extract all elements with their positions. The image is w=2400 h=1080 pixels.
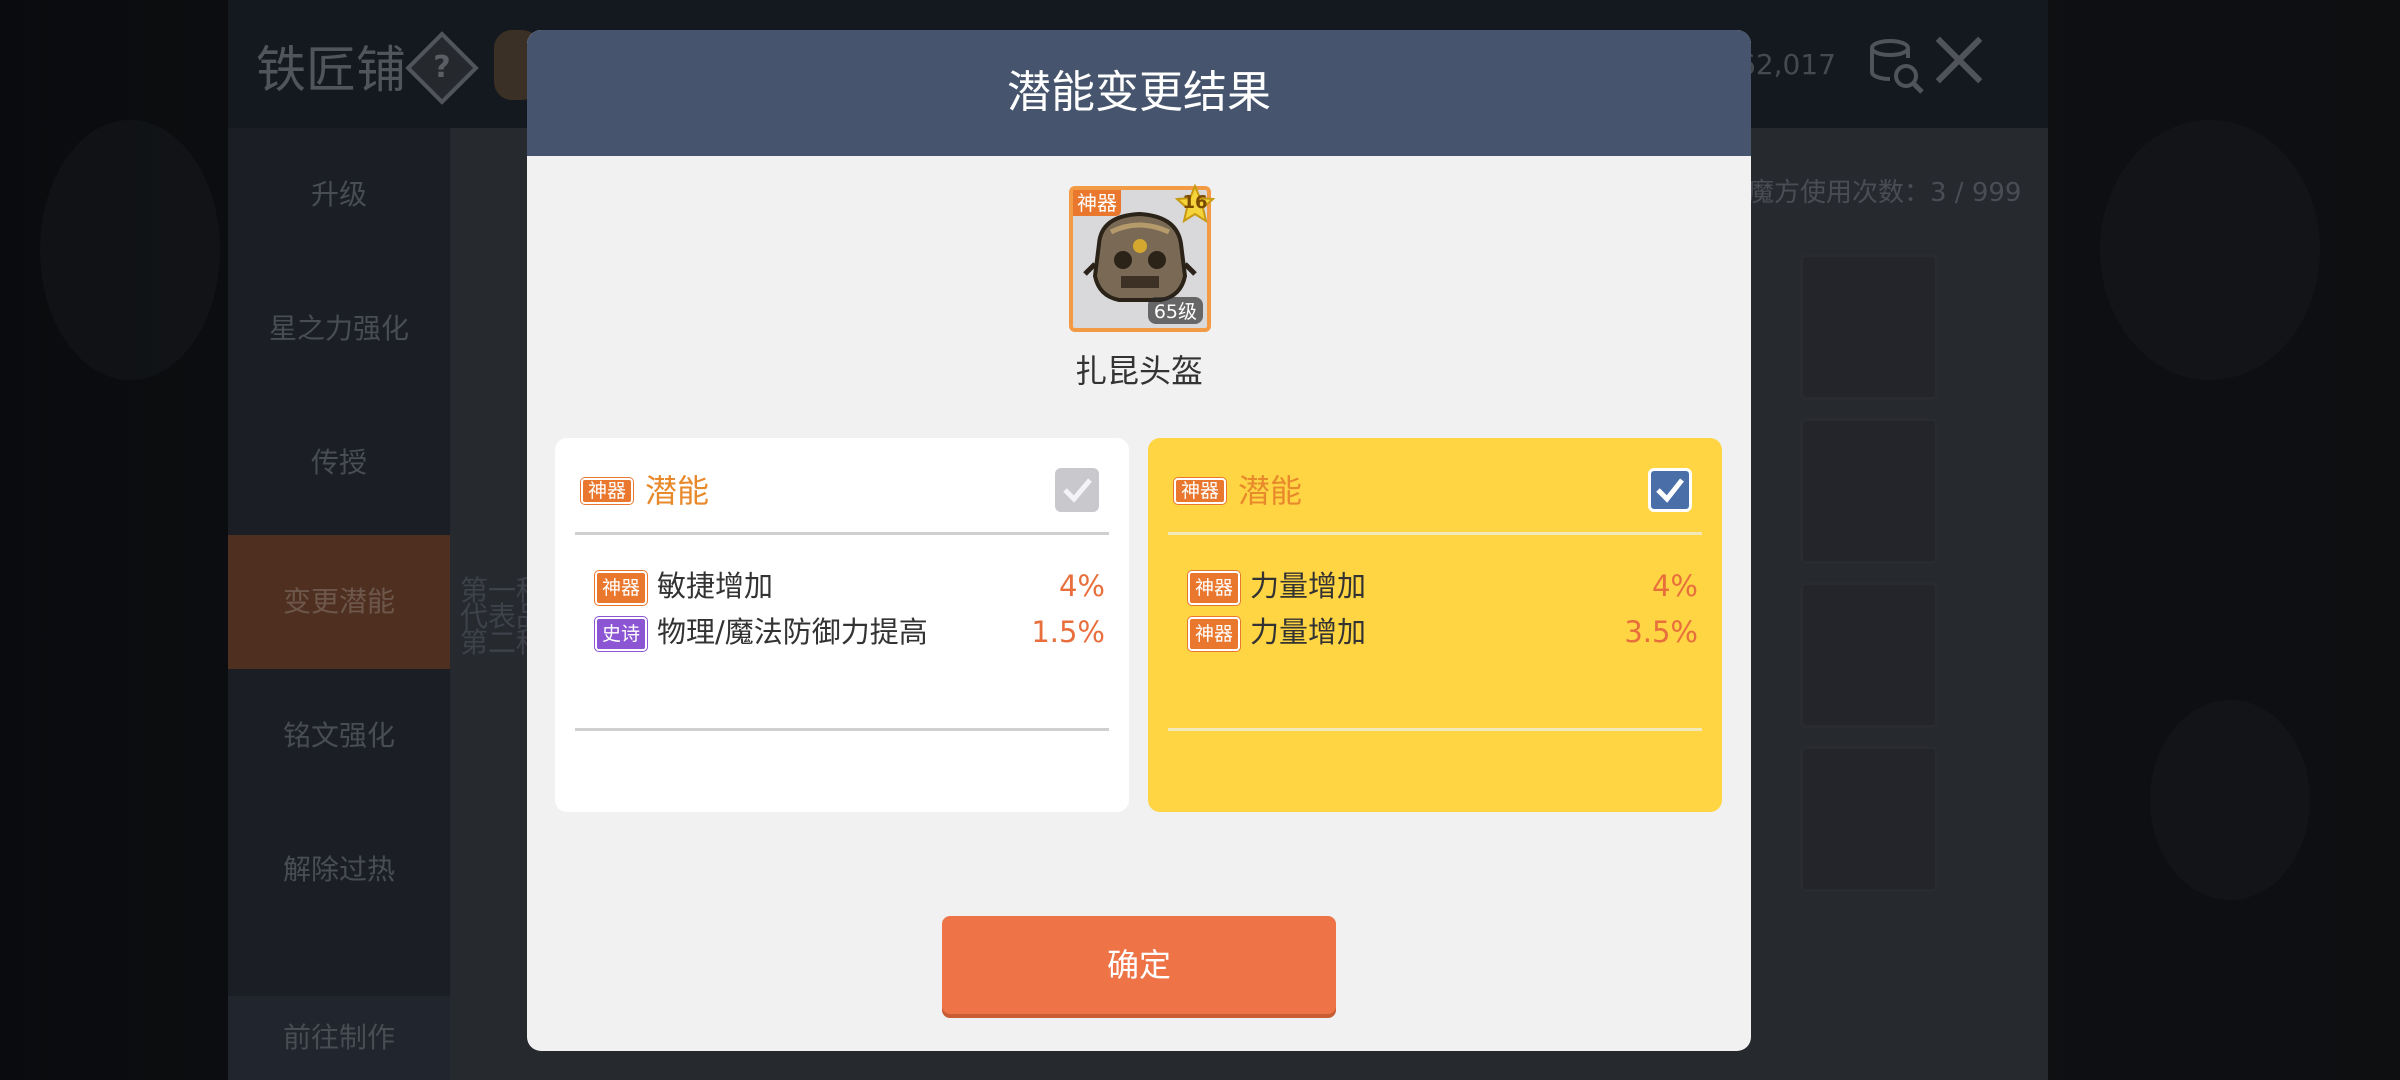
potential-line: 神器 力量增加 4% [1188, 566, 1698, 606]
star-force-icon: 16 [1174, 183, 1216, 224]
item-level: 65级 [1147, 297, 1203, 324]
panel-title: 潜能 [645, 472, 710, 510]
item-name: 扎昆头盔 [1074, 352, 1203, 390]
legend-grade-badge: 神器 [581, 476, 634, 506]
legend-grade-badge: 神器 [595, 571, 648, 605]
legend-grade-badge: 神器 [1188, 571, 1241, 605]
epic-grade-badge: 史诗 [595, 617, 648, 651]
dialog-header: 潜能变更结果 [527, 30, 1751, 156]
potential-line: 神器 敏捷增加 4% [595, 566, 1105, 606]
star-count: 16 [1182, 192, 1208, 213]
potential-result-dialog: 潜能变更结果 神器 16 65级 扎昆头盔 神器 潜能 神器 敏捷增加 4% 史… [527, 30, 1751, 1051]
potential-line: 神器 力量增加 3.5% [1188, 612, 1698, 652]
confirm-button[interactable]: 确定 [942, 916, 1336, 1014]
item-icon-slot: 神器 16 65级 [1069, 183, 1216, 332]
legend-grade-badge: 神器 [1188, 617, 1241, 651]
potential-after-panel[interactable]: 神器 潜能 神器 力量增加 4% 神器 力量增加 3.5% [1148, 438, 1722, 812]
legend-grade-badge: 神器 [1174, 476, 1227, 506]
select-before-checkbox[interactable] [1055, 468, 1099, 512]
select-after-checkbox[interactable] [1648, 468, 1692, 512]
item-grade-tag: 神器 [1073, 190, 1121, 216]
potential-before-panel[interactable]: 神器 潜能 神器 敏捷增加 4% 史诗 物理/魔法防御力提高 1.5% [555, 438, 1129, 812]
potential-line: 史诗 物理/魔法防御力提高 1.5% [595, 612, 1105, 652]
dialog-title: 潜能变更结果 [1007, 67, 1271, 118]
panel-title: 潜能 [1238, 472, 1303, 510]
